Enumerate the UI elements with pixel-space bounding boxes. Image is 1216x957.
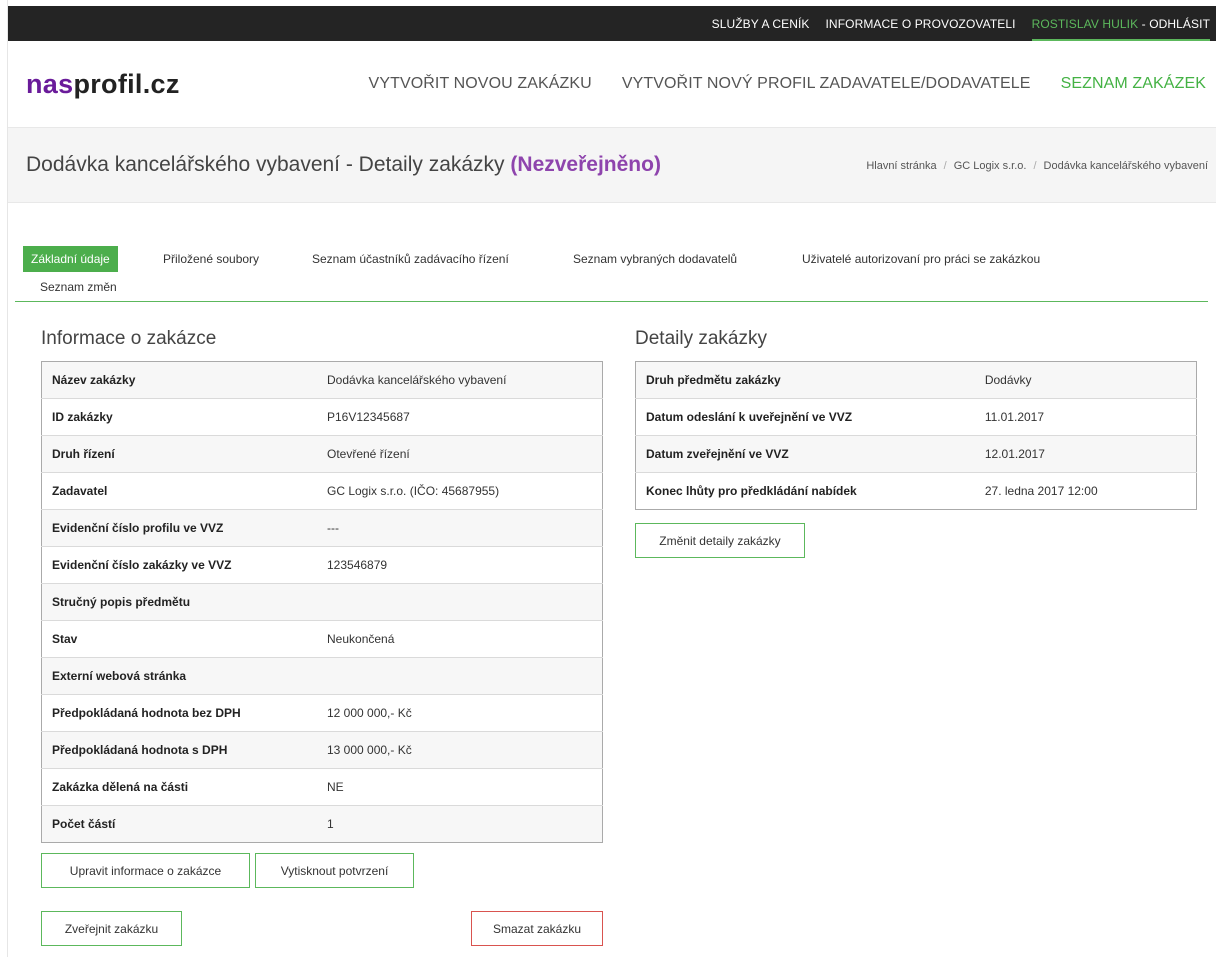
page-title-text: Dodávka kancelářského vybavení - Detaily… xyxy=(26,153,505,176)
page-title: Dodávka kancelářského vybavení - Detaily… xyxy=(26,153,661,177)
row-value: NE xyxy=(327,768,603,806)
table-row: Předpokládaná hodnota bez DPH 12 000 000,… xyxy=(41,694,603,732)
table-row: Stručný popis předmětu xyxy=(41,583,603,621)
table-row: Zakázka dělená na části NE xyxy=(41,768,603,806)
row-value: 1 xyxy=(327,805,603,843)
table-row: Konec lhůty pro předkládání nabídek 27. l… xyxy=(635,472,1197,510)
row-value: 27. ledna 2017 12:00 xyxy=(984,472,1197,510)
row-value: 12.01.2017 xyxy=(984,435,1197,473)
breadcrumb-separator: / xyxy=(943,160,947,172)
details-section-title: Detaily zakázky xyxy=(635,328,767,349)
table-row: Evidenční číslo profilu ve VVZ --- xyxy=(41,509,603,547)
site-logo[interactable]: nasprofil.cz xyxy=(26,69,180,100)
main-navigation: VYTVOŘIT NOVOU ZAKÁZKU VYTVOŘIT NOVÝ PRO… xyxy=(339,41,1206,127)
breadcrumb: Hlavní stránka / GC Logix s.r.o. / Dodáv… xyxy=(866,128,1208,204)
table-row: Externí webová stránka xyxy=(41,657,603,695)
row-value: P16V12345687 xyxy=(327,398,603,436)
delete-contract-button[interactable]: Smazat zakázku xyxy=(471,911,603,946)
tab-basic-info[interactable]: Základní údaje xyxy=(23,246,118,272)
table-row: Stav Neukončená xyxy=(41,620,603,658)
row-label: Název zakázky xyxy=(41,361,327,399)
row-label: Konec lhůty pro předkládání nabídek xyxy=(635,472,985,510)
publish-contract-button[interactable]: Zveřejnit zakázku xyxy=(41,911,182,946)
row-value: --- xyxy=(327,509,603,547)
row-label: Počet částí xyxy=(41,805,327,843)
contract-info-table: Název zakázky Dodávka kancelářského vybav… xyxy=(41,361,603,843)
row-label: Předpokládaná hodnota s DPH xyxy=(41,731,327,769)
table-row: Název zakázky Dodávka kancelářského vybav… xyxy=(41,361,603,399)
row-label: Datum zveřejnění ve VVZ xyxy=(635,435,985,473)
change-details-button[interactable]: Změnit detaily zakázky xyxy=(635,523,805,558)
row-label: Druh řízení xyxy=(41,435,327,473)
table-row: Předpokládaná hodnota s DPH 13 000 000,- … xyxy=(41,731,603,769)
row-label: Stručný popis předmětu xyxy=(41,583,327,621)
breadcrumb-company[interactable]: GC Logix s.r.o. xyxy=(954,160,1027,172)
contract-details-table: Druh předmětu zakázky Dodávky Datum odeslá… xyxy=(635,361,1197,510)
table-row: Evidenční číslo zakázky ve VVZ 123546879 xyxy=(41,546,603,584)
row-label: Evidenční číslo profilu ve VVZ xyxy=(41,509,327,547)
table-row: Datum zveřejnění ve VVZ 12.01.2017 xyxy=(635,435,1197,473)
logo-part-profil: profil.cz xyxy=(73,68,180,99)
row-value: GC Logix s.r.o. (IČO: 45687955) xyxy=(327,472,603,510)
breadcrumb-home[interactable]: Hlavní stránka xyxy=(866,160,936,172)
publication-status: (Nezveřejněno) xyxy=(510,153,661,176)
row-label: Druh předmětu zakázky xyxy=(635,361,985,399)
breadcrumb-current: Dodávka kancelářského vybavení xyxy=(1043,160,1208,172)
nav-create-contract[interactable]: VYTVOŘIT NOVOU ZAKÁZKU xyxy=(369,75,592,93)
tab-attached-files[interactable]: Přiložené soubory xyxy=(163,252,259,266)
row-value: 123546879 xyxy=(327,546,603,584)
edit-info-button[interactable]: Upravit informace o zakázce xyxy=(41,853,250,888)
table-row: Datum odeslání k uveřejnění ve VVZ 11.01.… xyxy=(635,398,1197,436)
tab-authorized-users[interactable]: Uživatelé autorizovaní pro práci se zaká… xyxy=(802,252,1040,266)
row-value xyxy=(327,657,603,695)
tab-changes[interactable]: Seznam změn xyxy=(40,280,117,294)
tab-participants[interactable]: Seznam účastníků zadávacího řízení xyxy=(312,252,509,266)
row-value: Otevřené řízení xyxy=(327,435,603,473)
operator-info-link[interactable]: INFORMACE O PROVOZOVATELI xyxy=(826,17,1016,31)
breadcrumb-separator: / xyxy=(1033,160,1037,172)
row-value: 13 000 000,- Kč xyxy=(327,731,603,769)
table-row: Druh předmětu zakázky Dodávky xyxy=(635,361,1197,399)
row-value xyxy=(327,583,603,621)
nav-create-profile[interactable]: VYTVOŘIT NOVÝ PROFIL ZADAVATELE/DODAVATE… xyxy=(622,75,1031,93)
row-label: Externí webová stránka xyxy=(41,657,327,695)
row-label: ID zakázky xyxy=(41,398,327,436)
info-section-title: Informace o zakázce xyxy=(41,328,217,349)
user-separator: - xyxy=(1138,16,1150,31)
top-utility-bar: SLUŽBY A CENÍK INFORMACE O PROVOZOVATELI… xyxy=(8,6,1216,41)
row-label: Stav xyxy=(41,620,327,658)
contract-tabs: Základní údaje Přiložené soubory Seznam … xyxy=(15,239,1208,302)
title-bar: Dodávka kancelářského vybavení - Detaily… xyxy=(8,127,1216,203)
services-link[interactable]: SLUŽBY A CENÍK xyxy=(712,17,810,31)
user-menu: ROSTISLAV HULIK - ODHLÁSIT xyxy=(1031,16,1210,41)
row-label: Datum odeslání k uveřejnění ve VVZ xyxy=(635,398,985,436)
user-name-link[interactable]: ROSTISLAV HULIK xyxy=(1032,17,1139,31)
row-value: 12 000 000,- Kč xyxy=(327,694,603,732)
tab-selected-suppliers[interactable]: Seznam vybraných dodavatelů xyxy=(573,252,737,266)
row-value: 11.01.2017 xyxy=(984,398,1197,436)
row-label: Zakázka dělená na části xyxy=(41,768,327,806)
table-row: Druh řízení Otevřené řízení xyxy=(41,435,603,473)
row-label: Zadavatel xyxy=(41,472,327,510)
window-frame-left xyxy=(0,0,8,957)
site-header: nasprofil.cz VYTVOŘIT NOVOU ZAKÁZKU VYTV… xyxy=(8,41,1216,127)
nav-contract-list[interactable]: SEZNAM ZAKÁZEK xyxy=(1061,75,1206,93)
row-label: Předpokládaná hodnota bez DPH xyxy=(41,694,327,732)
row-value: Neukončená xyxy=(327,620,603,658)
logout-link[interactable]: ODHLÁSIT xyxy=(1149,17,1210,31)
row-value: Dodávky xyxy=(984,361,1197,399)
table-row: Počet částí 1 xyxy=(41,805,603,843)
print-confirmation-button[interactable]: Vytisknout potvrzení xyxy=(255,853,414,888)
table-row: ID zakázky P16V12345687 xyxy=(41,398,603,436)
row-value: Dodávka kancelářského vybavení xyxy=(327,361,603,399)
logo-part-nas: nas xyxy=(26,68,74,99)
row-label: Evidenční číslo zakázky ve VVZ xyxy=(41,546,327,584)
table-row: Zadavatel GC Logix s.r.o. (IČO: 45687955) xyxy=(41,472,603,510)
